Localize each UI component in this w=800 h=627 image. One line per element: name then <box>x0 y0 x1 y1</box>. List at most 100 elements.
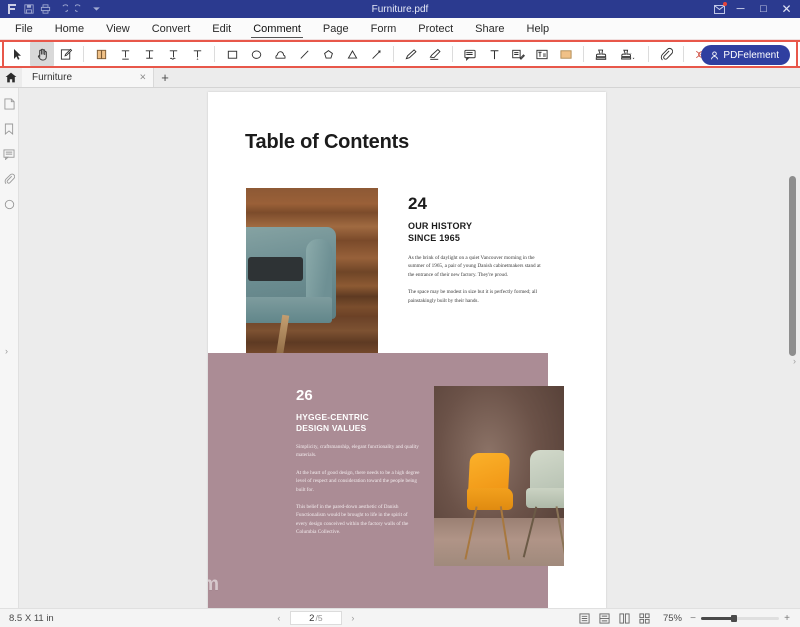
squiggly-underline-tool[interactable] <box>161 42 185 66</box>
section-heading: OUR HISTORY SINCE 1965 <box>408 221 541 244</box>
zoom-in-button[interactable]: + <box>783 613 791 624</box>
new-tab-button[interactable]: + <box>154 68 176 87</box>
grid-view-icon[interactable] <box>638 612 651 625</box>
menu-help[interactable]: Help <box>516 18 561 39</box>
zoom-slider[interactable]: − + <box>689 613 791 624</box>
sofa-seat <box>246 297 332 323</box>
expand-panel-chevron-icon[interactable]: › <box>5 346 8 356</box>
zoom-knob[interactable] <box>731 615 737 622</box>
menu-edit[interactable]: Edit <box>201 18 242 39</box>
scrollbar-thumb[interactable] <box>789 176 796 356</box>
current-page-value: 2 <box>309 613 314 624</box>
facing-view-icon[interactable] <box>618 612 631 625</box>
zoom-track[interactable] <box>701 617 779 620</box>
toolbar-separator <box>648 46 649 62</box>
custom-stamp-tool[interactable] <box>613 42 643 66</box>
window-controls: ─ □ ✕ <box>709 0 800 18</box>
section-heading-line1: OUR HISTORY <box>408 221 541 233</box>
thumbnails-panel-icon[interactable] <box>2 97 16 111</box>
page-navigator: ‹ 2 /5 › <box>274 611 358 625</box>
tab-furniture[interactable]: Furniture × <box>22 68 154 87</box>
maximize-button[interactable]: □ <box>752 0 775 18</box>
stamp-tool[interactable] <box>589 42 613 66</box>
redo-icon[interactable] <box>71 1 88 17</box>
tab-close-icon[interactable]: × <box>140 72 146 83</box>
area-highlight-tool[interactable] <box>554 42 578 66</box>
line-tool[interactable] <box>292 42 316 66</box>
menu-convert[interactable]: Convert <box>141 18 202 39</box>
single-page-view-icon[interactable] <box>578 612 591 625</box>
note-tool[interactable] <box>458 42 482 66</box>
rectangle-tool[interactable] <box>220 42 244 66</box>
toolbar-separator <box>683 46 684 62</box>
section-number: 26 <box>296 388 420 403</box>
window-title: Furniture.pdf <box>0 4 800 15</box>
account-button[interactable]: PDFelement <box>701 45 790 65</box>
account-button-label: PDFelement <box>723 50 779 61</box>
sage-chair-seat <box>526 488 564 508</box>
eraser-tool[interactable] <box>423 42 447 66</box>
attachments-panel-icon[interactable] <box>2 172 16 186</box>
underline-tool[interactable] <box>113 42 137 66</box>
polygon-tool[interactable] <box>316 42 340 66</box>
minimize-button[interactable]: ─ <box>729 0 752 18</box>
close-button[interactable]: ✕ <box>775 0 798 18</box>
menu-home[interactable]: Home <box>44 18 95 39</box>
vertical-scrollbar[interactable] <box>788 88 797 608</box>
canvas-chevron-icon[interactable]: › <box>793 356 796 366</box>
customize-qat-icon[interactable] <box>88 1 105 17</box>
toolbar-separator <box>214 46 215 62</box>
navigation-rail: › <box>0 88 19 608</box>
page-number-input[interactable]: 2 /5 <box>290 611 342 625</box>
pdf-page[interactable]: Table of Contents 24 OUR HISTORY SINCE 1… <box>208 92 606 608</box>
home-tab-button[interactable] <box>0 68 22 87</box>
continuous-view-icon[interactable] <box>598 612 611 625</box>
print-icon[interactable] <box>37 1 54 17</box>
filehorse-watermark: filehorse.com <box>208 560 218 599</box>
menu-file[interactable]: File <box>4 18 44 39</box>
connected-lines-tool[interactable] <box>340 42 364 66</box>
menu-page[interactable]: Page <box>312 18 360 39</box>
bookmarks-panel-icon[interactable] <box>2 122 16 136</box>
select-tool[interactable] <box>6 42 30 66</box>
edit-tool[interactable] <box>54 42 78 66</box>
strikethrough-tool[interactable] <box>137 42 161 66</box>
undo-icon[interactable] <box>54 1 71 17</box>
highlight-tool[interactable] <box>89 42 113 66</box>
caret-tool[interactable] <box>185 42 209 66</box>
hand-tool[interactable] <box>30 42 54 66</box>
save-icon[interactable] <box>20 1 37 17</box>
ellipse-tool[interactable] <box>244 42 268 66</box>
document-canvas[interactable]: Table of Contents 24 OUR HISTORY SINCE 1… <box>19 88 800 608</box>
notification-mail-icon[interactable] <box>709 0 729 18</box>
sofa-photo <box>246 188 378 363</box>
text-callout-tool[interactable] <box>506 42 530 66</box>
menu-protect[interactable]: Protect <box>407 18 464 39</box>
section-heading-line2: SINCE 1965 <box>408 233 541 245</box>
menu-comment[interactable]: Comment <box>242 18 312 39</box>
attachment-tool[interactable] <box>654 42 678 66</box>
menu-form[interactable]: Form <box>360 18 408 39</box>
status-bar: 8.5 X 11 in ‹ 2 /5 › 75% − <box>0 608 800 627</box>
document-tabstrip: Furniture × + <box>0 68 800 88</box>
menu-view[interactable]: View <box>95 18 141 39</box>
toolbar-separator <box>83 46 84 62</box>
page-title: Table of Contents <box>245 131 409 154</box>
zoom-level-label[interactable]: 75% <box>658 613 682 624</box>
page-size-label: 8.5 X 11 in <box>0 613 54 624</box>
typewriter-tool[interactable] <box>482 42 506 66</box>
arrow-tool[interactable] <box>364 42 388 66</box>
text-box-tool[interactable] <box>530 42 554 66</box>
toolbar-separator <box>452 46 453 62</box>
zoom-out-button[interactable]: − <box>689 613 697 624</box>
pencil-tool[interactable] <box>399 42 423 66</box>
menu-share[interactable]: Share <box>464 18 515 39</box>
previous-page-button[interactable]: ‹ <box>274 613 284 623</box>
cloud-tool[interactable] <box>268 42 292 66</box>
app-logo-icon[interactable] <box>3 1 20 17</box>
comments-panel-icon[interactable] <box>2 147 16 161</box>
search-panel-icon[interactable] <box>2 197 16 211</box>
zoom-fill <box>701 617 733 620</box>
tab-label: Furniture <box>32 72 72 83</box>
next-page-button[interactable]: › <box>348 613 358 623</box>
